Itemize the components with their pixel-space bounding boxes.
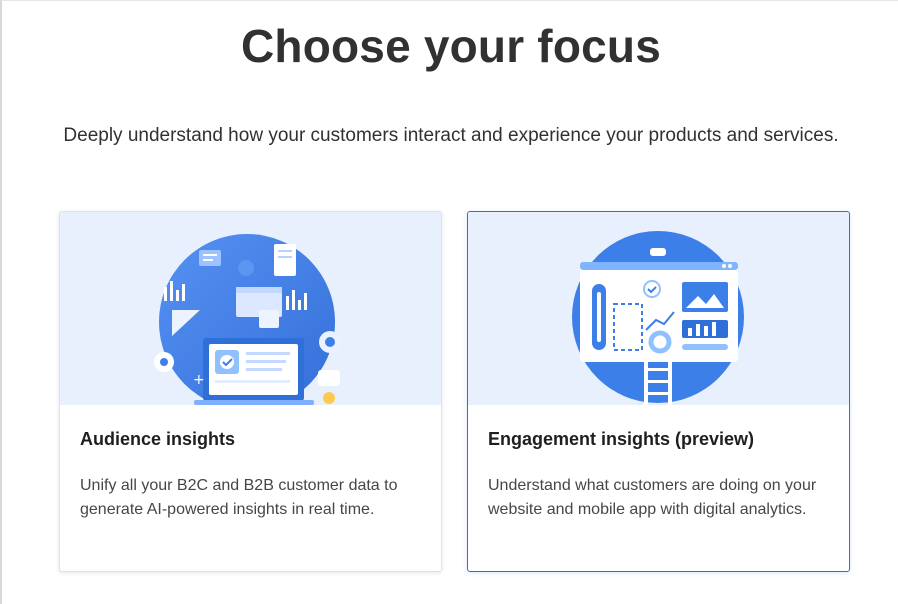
card-title: Engagement insights (preview) bbox=[488, 429, 755, 449]
svg-text:+: + bbox=[193, 372, 205, 388]
card-title: Audience insights bbox=[80, 429, 236, 449]
engagement-illustration-icon bbox=[572, 231, 744, 405]
page-title: Choose your focus bbox=[240, 20, 661, 72]
card-description: Understand what customers are doing on y… bbox=[488, 477, 817, 518]
focus-selection-page: Choose your focus Deeply understand how … bbox=[0, 0, 898, 604]
audience-insights-card[interactable]: + Audience insights Unify all your B2C a… bbox=[59, 211, 442, 572]
page-subtitle: Deeply understand how your customers int… bbox=[63, 125, 839, 146]
card-description: Unify all your B2C and B2B customer data… bbox=[80, 477, 398, 518]
audience-illustration-icon: + bbox=[154, 234, 341, 405]
audience-insights-illustration: + bbox=[60, 212, 441, 405]
engagement-insights-illustration bbox=[468, 212, 849, 405]
engagement-insights-card[interactable]: Engagement insights (preview) Understand… bbox=[467, 211, 850, 572]
